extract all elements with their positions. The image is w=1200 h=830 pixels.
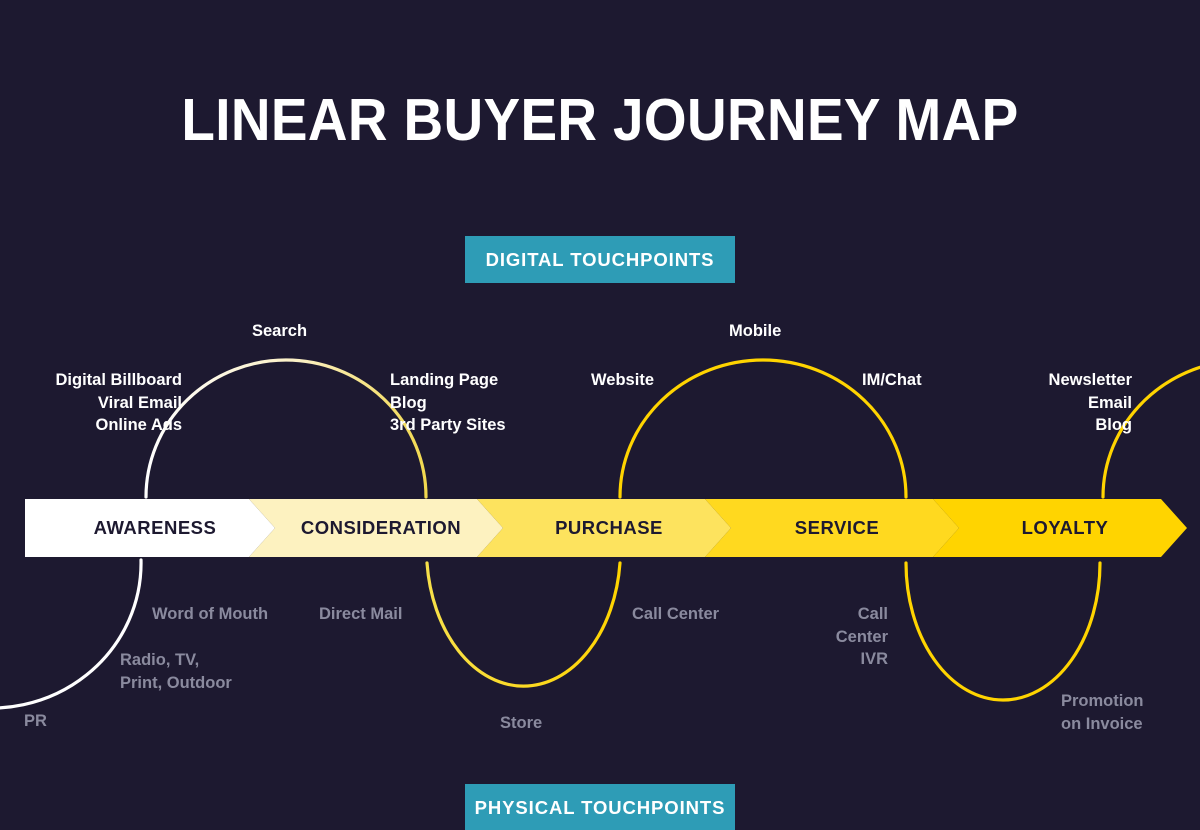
digital-touchpoints-badge-label: DIGITAL TOUCHPOINTS [485,248,715,270]
touchpoint-promotion-on-invoice: Promotion on Invoice [1061,692,1144,733]
stage-purchase-label: PURCHASE [555,517,663,538]
touchpoint-radio-tv: Radio, TV, Print, Outdoor [120,651,232,692]
touchpoint-direct-mail: Direct Mail [319,605,403,623]
stage-loyalty[interactable]: LOYALTY [933,499,1187,557]
physical-touchpoints-badge-label: PHYSICAL TOUCHPOINTS [474,796,726,818]
touchpoint-call-center-ivr: Call Center IVR [835,605,888,668]
touchpoint-search: Search [252,322,308,340]
stage-consideration[interactable]: CONSIDERATION [249,499,503,557]
touchpoint-store: Store [500,714,543,732]
arc-bottom-service-loyalty [904,561,1102,702]
journey-stage-bar: AWARENESS CONSIDERATION PURCHASE SERVICE… [0,499,1200,557]
arc-top-awareness-consideration [144,358,428,499]
stage-loyalty-label: LOYALTY [1021,517,1109,538]
buyer-journey-map-canvas: LINEAR BUYER JOURNEY MAP DIGITAL TOUCHPO… [0,0,1200,830]
page-title: LINEAR BUYER JOURNEY MAP [181,87,1019,153]
touchpoint-pr: PR [24,712,47,730]
physical-touchpoints-badge: PHYSICAL TOUCHPOINTS [465,784,735,830]
touchpoint-awareness-digital: Digital Billboard Viral Email Online Ads [55,371,182,434]
stage-service[interactable]: SERVICE [705,499,959,557]
touchpoint-mobile: Mobile [729,322,782,340]
stage-purchase[interactable]: PURCHASE [477,499,731,557]
stage-awareness[interactable]: AWARENESS [25,499,275,557]
stage-service-label: SERVICE [794,517,880,538]
touchpoint-loyalty-digital: Newsletter Email Blog [1048,371,1132,434]
digital-touchpoints-badge: DIGITAL TOUCHPOINTS [465,236,735,283]
touchpoint-website: Website [591,371,654,389]
stage-awareness-label: AWARENESS [93,517,217,538]
stage-consideration-label: CONSIDERATION [300,517,462,538]
